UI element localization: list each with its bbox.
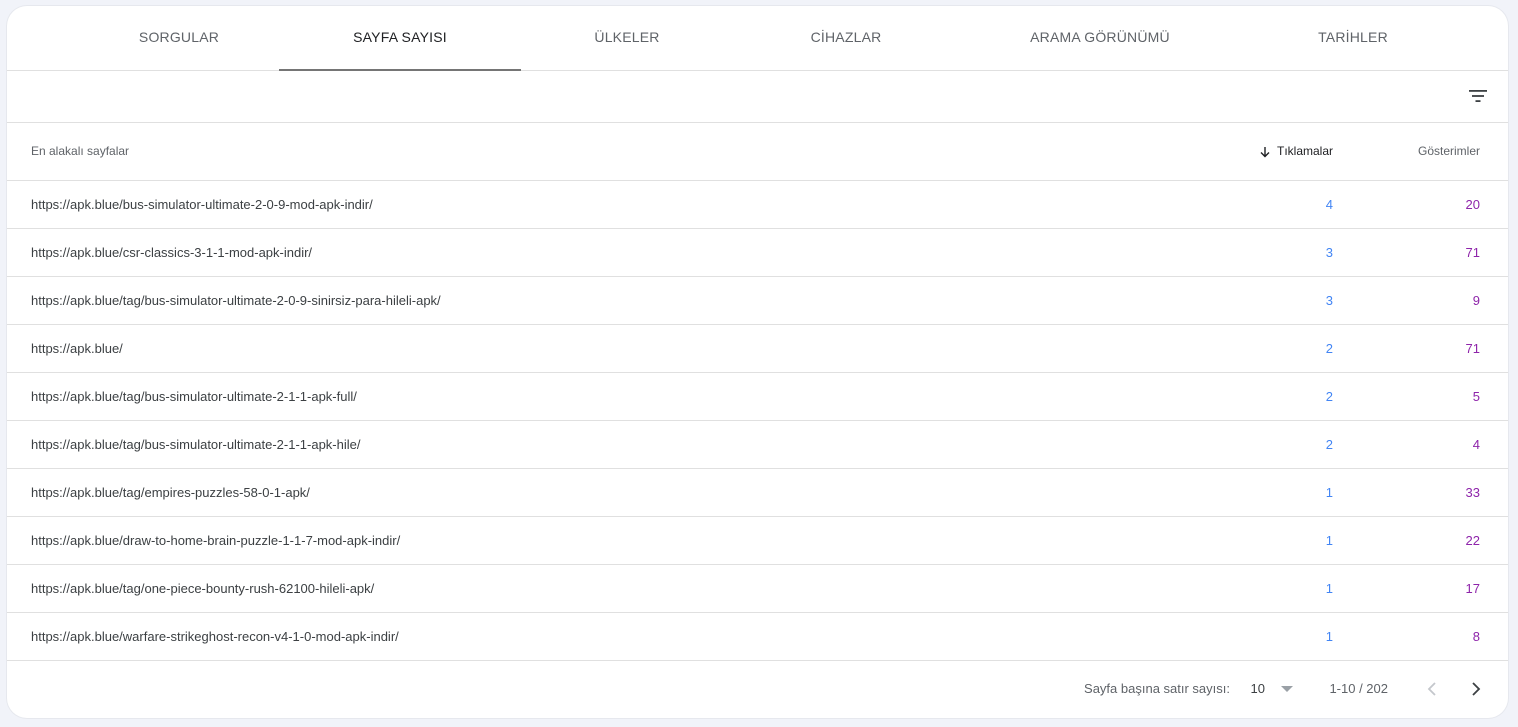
- table-row[interactable]: https://apk.blue/tag/bus-simulator-ultim…: [7, 373, 1508, 421]
- clicks-value: 3: [1325, 293, 1333, 308]
- table-row[interactable]: https://apk.blue/tag/one-piece-bounty-ru…: [7, 565, 1508, 613]
- dropdown-arrow-icon: [1281, 685, 1293, 692]
- table-row[interactable]: https://apk.blue/tag/empires-puzzles-58-…: [7, 469, 1508, 517]
- page-url: https://apk.blue/: [31, 341, 123, 356]
- tab-search-appearance[interactable]: ARAMA GÖRÜNÜMÜ: [959, 6, 1241, 70]
- page-url: https://apk.blue/csr-classics-3-1-1-mod-…: [31, 245, 313, 260]
- tab-pages[interactable]: SAYFA SAYISI: [279, 6, 521, 71]
- tab-label: TARİHLER: [1318, 29, 1388, 45]
- impressions-value: 22: [1465, 533, 1480, 548]
- impressions-value: 17: [1465, 581, 1480, 596]
- table-row[interactable]: https://apk.blue/draw-to-home-brain-puzz…: [7, 517, 1508, 565]
- table-row[interactable]: https://apk.blue/tag/bus-simulator-ultim…: [7, 421, 1508, 469]
- clicks-value: 1: [1325, 533, 1333, 548]
- tab-label: ÜLKELER: [594, 29, 660, 45]
- column-header-impressions[interactable]: Gösterimler: [1418, 123, 1480, 180]
- column-header-pages: En alakalı sayfalar: [31, 144, 130, 158]
- impressions-value: 71: [1465, 341, 1480, 356]
- clicks-value: 2: [1325, 437, 1333, 452]
- filter-button[interactable]: [1464, 82, 1492, 110]
- page-range: 1-10 / 202: [1329, 681, 1388, 696]
- tab-label: CİHAZLAR: [810, 29, 882, 45]
- rows-per-page-label: Sayfa başına satır sayısı:: [1084, 681, 1230, 696]
- performance-card: SORGULAR SAYFA SAYISI ÜLKELER CİHAZLAR A…: [7, 6, 1508, 718]
- impressions-value: 5: [1472, 389, 1480, 404]
- tab-dates[interactable]: TARİHLER: [1232, 6, 1474, 70]
- impressions-value: 20: [1465, 197, 1480, 212]
- table-row[interactable]: https://apk.blue/warfare-strikeghost-rec…: [7, 613, 1508, 661]
- filter-list-icon: [1469, 90, 1487, 102]
- page-url: https://apk.blue/bus-simulator-ultimate-…: [31, 197, 373, 212]
- tab-countries[interactable]: ÜLKELER: [506, 6, 748, 70]
- clicks-value: 1: [1325, 629, 1333, 644]
- tab-label: SAYFA SAYISI: [353, 29, 447, 45]
- tab-label: ARAMA GÖRÜNÜMÜ: [1030, 29, 1170, 45]
- table-header: En alakalı sayfalar Tıklamalar Gösteriml…: [7, 123, 1508, 181]
- table-body: https://apk.blue/bus-simulator-ultimate-…: [7, 181, 1508, 661]
- tab-queries[interactable]: SORGULAR: [58, 6, 300, 70]
- clicks-value: 4: [1325, 197, 1333, 212]
- clicks-value: 2: [1325, 341, 1333, 356]
- clicks-value: 2: [1325, 389, 1333, 404]
- page-url: https://apk.blue/tag/bus-simulator-ultim…: [31, 437, 361, 452]
- page-url: https://apk.blue/tag/one-piece-bounty-ru…: [31, 581, 375, 596]
- clicks-value: 1: [1325, 485, 1333, 500]
- page-url: https://apk.blue/warfare-strikeghost-rec…: [31, 629, 399, 644]
- impressions-value: 4: [1472, 437, 1480, 452]
- impressions-value: 8: [1472, 629, 1480, 644]
- rows-per-page-value: 10: [1250, 681, 1265, 696]
- page-url: https://apk.blue/tag/bus-simulator-ultim…: [31, 389, 357, 404]
- arrow-downward-icon: [1260, 146, 1270, 157]
- table-row[interactable]: https://apk.blue/ 2 71: [7, 325, 1508, 373]
- table-row[interactable]: https://apk.blue/tag/bus-simulator-ultim…: [7, 277, 1508, 325]
- pagination-bar: Sayfa başına satır sayısı: 10 1-10 / 202: [7, 661, 1508, 717]
- column-header-label: Tıklamalar: [1276, 144, 1333, 158]
- tab-label: SORGULAR: [138, 29, 220, 45]
- filter-bar: [7, 71, 1508, 123]
- previous-page-button[interactable]: [1418, 675, 1446, 703]
- clicks-value: 3: [1325, 245, 1333, 260]
- next-page-button[interactable]: [1462, 675, 1490, 703]
- dimension-tabs: SORGULAR SAYFA SAYISI ÜLKELER CİHAZLAR A…: [7, 6, 1508, 71]
- impressions-value: 9: [1472, 293, 1480, 308]
- page-url: https://apk.blue/tag/bus-simulator-ultim…: [31, 293, 441, 308]
- table-row[interactable]: https://apk.blue/bus-simulator-ultimate-…: [7, 181, 1508, 229]
- page-url: https://apk.blue/draw-to-home-brain-puzz…: [31, 533, 401, 548]
- impressions-value: 33: [1465, 485, 1480, 500]
- tab-devices[interactable]: CİHAZLAR: [725, 6, 967, 70]
- rows-per-page-select[interactable]: 10: [1251, 661, 1293, 717]
- page-url: https://apk.blue/tag/empires-puzzles-58-…: [31, 485, 310, 500]
- column-header-clicks[interactable]: Tıklamalar: [1259, 123, 1333, 180]
- chevron-right-icon: [1472, 682, 1481, 696]
- impressions-value: 71: [1465, 245, 1480, 260]
- table-row[interactable]: https://apk.blue/csr-classics-3-1-1-mod-…: [7, 229, 1508, 277]
- chevron-left-icon: [1427, 682, 1436, 696]
- clicks-value: 1: [1325, 581, 1333, 596]
